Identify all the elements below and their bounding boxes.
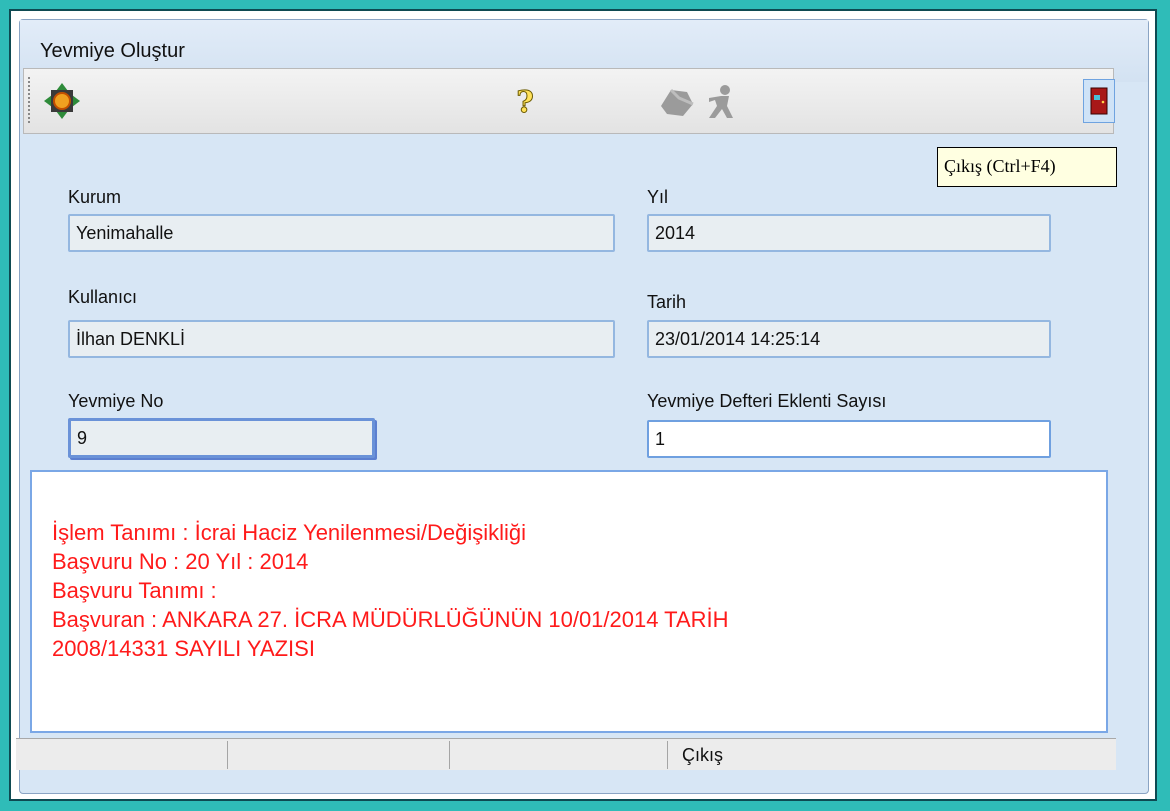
toolbar: ? [23,68,1115,134]
info-line: Başvuru No : 20 Yıl : 2014 [52,549,309,574]
status-pane-3 [450,741,668,769]
status-pane-2 [228,741,450,769]
eklenti-field[interactable]: 1 [647,420,1051,458]
kurum-field[interactable]: Yenimahalle [68,214,615,252]
info-panel: İşlem Tanımı : İcrai Haciz Yenilenmesi/D… [30,470,1108,733]
svg-text:?: ? [516,86,534,118]
info-line: 2008/14331 SAYILI YAZISI [52,636,315,661]
toolbar-grip[interactable] [28,77,34,123]
tool-disabled-icon [655,83,699,121]
exit-status-button[interactable]: Çıkış [668,741,1116,769]
kullanici-label: Kullanıcı [68,287,138,307]
kurum-label: Kurum [68,187,122,207]
info-line: Başvuran : ANKARA 27. İCRA MÜDÜRLÜĞÜNÜN … [52,607,729,632]
help-icon[interactable]: ? [507,83,543,121]
yil-field[interactable]: 2014 [647,214,1051,252]
kullanici-field[interactable]: İlhan DENKLİ [68,320,615,358]
yevmiye-no-field[interactable]: 9 [68,418,375,458]
yevmiye-no-label: Yevmiye No [68,391,164,411]
status-bar: Çıkış [16,738,1116,770]
tarih-field[interactable]: 23/01/2014 14:25:14 [647,320,1051,358]
eklenti-label: Yevmiye Defteri Eklenti Sayısı [647,391,887,411]
navigate-icon[interactable] [40,79,84,123]
yil-label: Yıl [647,187,669,207]
exit-tooltip: Çıkış (Ctrl+F4) [937,147,1117,187]
run-disabled-icon [700,83,740,121]
window-title: Yevmiye Oluştur [40,40,185,62]
info-line: Başvuru Tanımı : [52,578,217,603]
tarih-label: Tarih [647,292,687,312]
info-line: İşlem Tanımı : İcrai Haciz Yenilenmesi/D… [52,520,526,545]
status-pane-1 [16,741,228,769]
exit-door-icon[interactable] [1083,79,1115,123]
